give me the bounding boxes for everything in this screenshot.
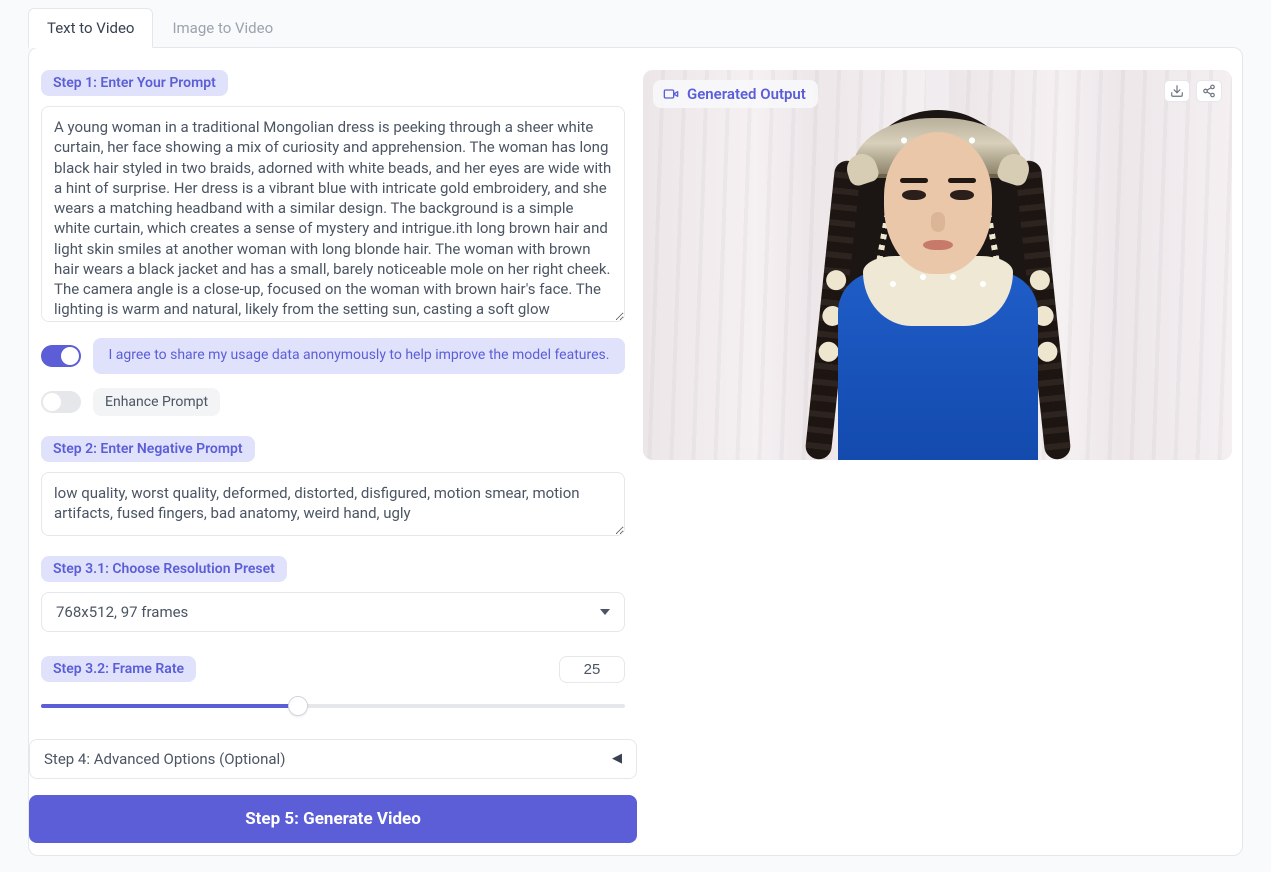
resolution-select[interactable]: 768x512, 97 frames — [41, 592, 625, 632]
prompt-input[interactable] — [41, 106, 625, 322]
step4-label: Step 4: Advanced Options (Optional) — [44, 750, 285, 768]
output-label-text: Generated Output — [687, 85, 806, 103]
download-button[interactable] — [1164, 80, 1190, 102]
share-data-toggle[interactable] — [41, 345, 81, 367]
controls-column: Step 1: Enter Your Prompt I agree to sha… — [39, 70, 627, 843]
step3-2-label: Step 3.2: Frame Rate — [41, 656, 196, 682]
enhance-prompt-toggle[interactable] — [41, 391, 81, 413]
share-button[interactable] — [1196, 80, 1222, 102]
output-image — [643, 70, 1232, 460]
share-data-label: I agree to share my usage data anonymous… — [93, 338, 625, 374]
tab-image-to-video[interactable]: Image to Video — [153, 8, 292, 48]
chevron-down-icon — [600, 609, 610, 615]
output-label-badge: Generated Output — [653, 80, 818, 108]
download-icon — [1170, 84, 1184, 98]
resolution-selected-value: 768x512, 97 frames — [56, 603, 188, 621]
tab-bar: Text to Video Image to Video — [28, 8, 1243, 48]
main-panel: Step 1: Enter Your Prompt I agree to sha… — [28, 47, 1243, 856]
share-icon — [1202, 84, 1216, 98]
generate-video-button[interactable]: Step 5: Generate Video — [29, 795, 637, 843]
tab-text-to-video[interactable]: Text to Video — [28, 8, 153, 48]
advanced-options-accordion[interactable]: Step 4: Advanced Options (Optional) ◀ — [29, 739, 637, 779]
collapse-icon: ◀ — [612, 751, 622, 766]
step1-label: Step 1: Enter Your Prompt — [41, 70, 228, 96]
generated-output-preview: Generated Output — [643, 70, 1232, 460]
framerate-input[interactable] — [559, 656, 625, 683]
step3-1-label: Step 3.1: Choose Resolution Preset — [41, 556, 287, 582]
video-icon — [663, 86, 679, 102]
enhance-prompt-label: Enhance Prompt — [93, 388, 220, 416]
negative-prompt-input[interactable] — [41, 472, 625, 536]
step2-label: Step 2: Enter Negative Prompt — [41, 436, 255, 462]
framerate-slider[interactable] — [41, 697, 625, 715]
output-column: Generated Output — [643, 70, 1232, 843]
